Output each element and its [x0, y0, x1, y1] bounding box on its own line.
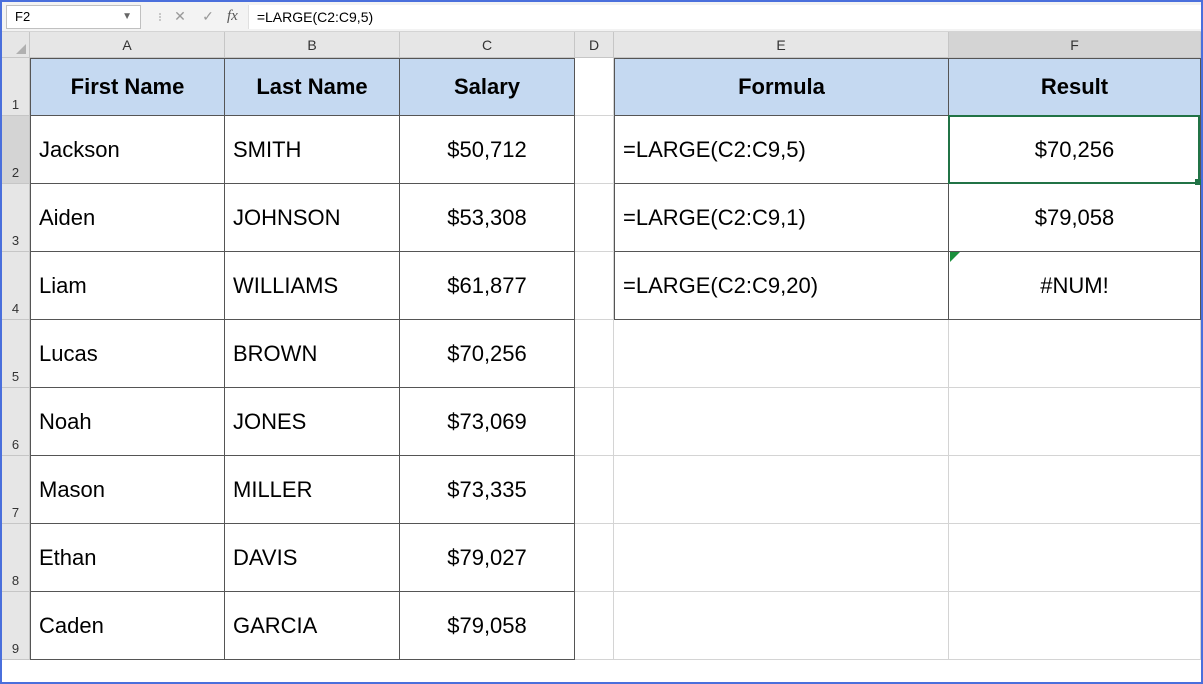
- cell-F7[interactable]: [949, 456, 1201, 524]
- cell-C6[interactable]: $73,069: [400, 388, 575, 456]
- cell-A8[interactable]: Ethan: [30, 524, 225, 592]
- grid-row-9: Caden GARCIA $79,058: [30, 592, 1201, 660]
- cell-B3[interactable]: JOHNSON: [225, 184, 400, 252]
- cell-C4[interactable]: $61,877: [400, 252, 575, 320]
- cell-A3[interactable]: Aiden: [30, 184, 225, 252]
- cell-F5[interactable]: [949, 320, 1201, 388]
- cell-A4[interactable]: Liam: [30, 252, 225, 320]
- cell-F6[interactable]: [949, 388, 1201, 456]
- name-box-value: F2: [15, 9, 30, 24]
- row-header-8[interactable]: 8: [2, 524, 30, 592]
- cell-D1[interactable]: [575, 58, 614, 116]
- cell-C5[interactable]: $70,256: [400, 320, 575, 388]
- spreadsheet-grid: A B C D E F 1 2 3 4 5 6 7 8 9 First Name…: [2, 32, 1201, 682]
- formula-bar: F2 ▼ ✕ ✓ fx =LARGE(C2:C9,5): [2, 2, 1201, 32]
- cell-E2[interactable]: =LARGE(C2:C9,5): [614, 116, 949, 184]
- col-header-E[interactable]: E: [614, 32, 949, 58]
- cells-area: First Name Last Name Salary Formula Resu…: [30, 58, 1201, 660]
- cell-A7[interactable]: Mason: [30, 456, 225, 524]
- cell-D4[interactable]: [575, 252, 614, 320]
- column-header-row: A B C D E F: [2, 32, 1201, 58]
- row-header-9[interactable]: 9: [2, 592, 30, 660]
- grid-row-8: Ethan DAVIS $79,027: [30, 524, 1201, 592]
- grid-row-7: Mason MILLER $73,335: [30, 456, 1201, 524]
- cell-E7[interactable]: [614, 456, 949, 524]
- cell-D9[interactable]: [575, 592, 614, 660]
- cell-B4[interactable]: WILLIAMS: [225, 252, 400, 320]
- cell-A5[interactable]: Lucas: [30, 320, 225, 388]
- cell-E3[interactable]: =LARGE(C2:C9,1): [614, 184, 949, 252]
- cell-E4[interactable]: =LARGE(C2:C9,20): [614, 252, 949, 320]
- cell-D6[interactable]: [575, 388, 614, 456]
- cell-B8[interactable]: DAVIS: [225, 524, 400, 592]
- cell-F1[interactable]: Result: [949, 58, 1201, 116]
- grid-body: 1 2 3 4 5 6 7 8 9 First Name Last Name S…: [2, 58, 1201, 660]
- error-indicator-icon[interactable]: [950, 252, 960, 262]
- cell-D5[interactable]: [575, 320, 614, 388]
- grid-row-1: First Name Last Name Salary Formula Resu…: [30, 58, 1201, 116]
- cell-D2[interactable]: [575, 116, 614, 184]
- grid-row-3: Aiden JOHNSON $53,308 =LARGE(C2:C9,1) $7…: [30, 184, 1201, 252]
- cell-E9[interactable]: [614, 592, 949, 660]
- grid-row-6: Noah JONES $73,069: [30, 388, 1201, 456]
- cell-E8[interactable]: [614, 524, 949, 592]
- row-header-2[interactable]: 2: [2, 116, 30, 184]
- cell-E1[interactable]: Formula: [614, 58, 949, 116]
- formula-input[interactable]: =LARGE(C2:C9,5): [248, 5, 1201, 29]
- row-header-3[interactable]: 3: [2, 184, 30, 252]
- row-header-4[interactable]: 4: [2, 252, 30, 320]
- cell-F2[interactable]: $70,256: [949, 116, 1201, 184]
- formula-buttons: ✕ ✓ fx: [157, 6, 248, 28]
- cell-D7[interactable]: [575, 456, 614, 524]
- cell-B6[interactable]: JONES: [225, 388, 400, 456]
- cell-B5[interactable]: BROWN: [225, 320, 400, 388]
- grid-row-4: Liam WILLIAMS $61,877 =LARGE(C2:C9,20) #…: [30, 252, 1201, 320]
- cell-C2[interactable]: $50,712: [400, 116, 575, 184]
- cell-B2[interactable]: SMITH: [225, 116, 400, 184]
- row-header-1[interactable]: 1: [2, 58, 30, 116]
- enter-icon[interactable]: ✓: [197, 6, 219, 28]
- col-header-B[interactable]: B: [225, 32, 400, 58]
- select-all-corner[interactable]: [2, 32, 30, 58]
- name-box-dropdown-icon[interactable]: ▼: [122, 11, 132, 22]
- cell-F8[interactable]: [949, 524, 1201, 592]
- fx-icon[interactable]: fx: [227, 8, 238, 25]
- cell-D8[interactable]: [575, 524, 614, 592]
- col-header-C[interactable]: C: [400, 32, 575, 58]
- row-headers: 1 2 3 4 5 6 7 8 9: [2, 58, 30, 660]
- cell-B1[interactable]: Last Name: [225, 58, 400, 116]
- row-header-5[interactable]: 5: [2, 320, 30, 388]
- grid-row-2: Jackson SMITH $50,712 =LARGE(C2:C9,5) $7…: [30, 116, 1201, 184]
- cell-C8[interactable]: $79,027: [400, 524, 575, 592]
- cell-C7[interactable]: $73,335: [400, 456, 575, 524]
- cell-C1[interactable]: Salary: [400, 58, 575, 116]
- cell-E5[interactable]: [614, 320, 949, 388]
- cancel-icon[interactable]: ✕: [169, 6, 191, 28]
- col-header-A[interactable]: A: [30, 32, 225, 58]
- cell-F4[interactable]: #NUM!: [949, 252, 1201, 320]
- formula-text: =LARGE(C2:C9,5): [257, 9, 373, 25]
- col-header-D[interactable]: D: [575, 32, 614, 58]
- cell-F9[interactable]: [949, 592, 1201, 660]
- cell-E6[interactable]: [614, 388, 949, 456]
- divider-icon: [157, 13, 163, 21]
- name-box[interactable]: F2 ▼: [6, 5, 141, 29]
- column-headers: A B C D E F: [30, 32, 1201, 58]
- cell-C9[interactable]: $79,058: [400, 592, 575, 660]
- cell-B9[interactable]: GARCIA: [225, 592, 400, 660]
- cell-D3[interactable]: [575, 184, 614, 252]
- cell-C3[interactable]: $53,308: [400, 184, 575, 252]
- cell-A1[interactable]: First Name: [30, 58, 225, 116]
- cell-F3[interactable]: $79,058: [949, 184, 1201, 252]
- row-header-6[interactable]: 6: [2, 388, 30, 456]
- row-header-7[interactable]: 7: [2, 456, 30, 524]
- grid-row-5: Lucas BROWN $70,256: [30, 320, 1201, 388]
- cell-A2[interactable]: Jackson: [30, 116, 225, 184]
- cell-A9[interactable]: Caden: [30, 592, 225, 660]
- cell-B7[interactable]: MILLER: [225, 456, 400, 524]
- cell-A6[interactable]: Noah: [30, 388, 225, 456]
- col-header-F[interactable]: F: [949, 32, 1201, 58]
